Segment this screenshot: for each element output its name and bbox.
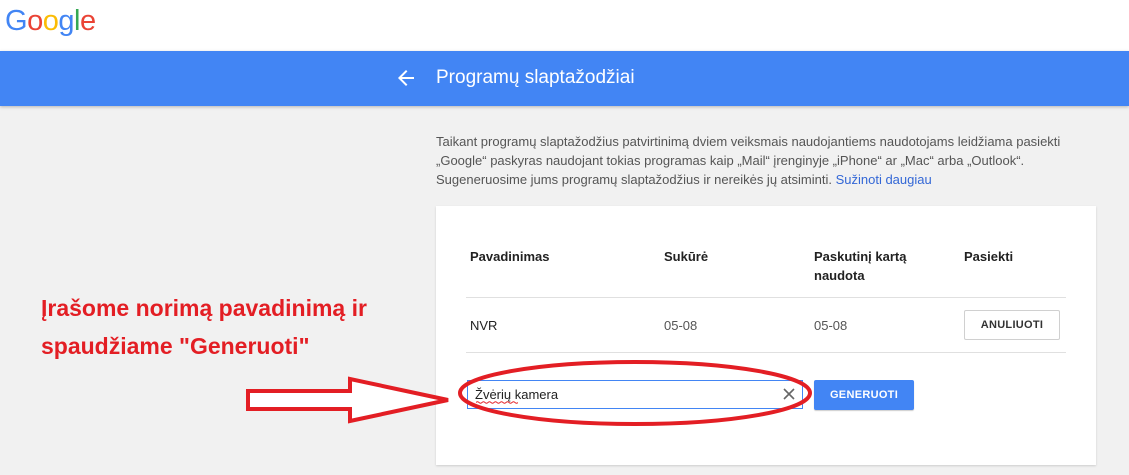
annotation-text: Įrašome norimą pavadinimą ir spaudžiame … (41, 295, 367, 359)
close-icon[interactable] (782, 387, 796, 401)
google-logo[interactable]: Google (5, 2, 96, 40)
app-name-field (467, 380, 803, 409)
logo-letter: o (27, 5, 43, 37)
arrow-back-icon[interactable] (394, 66, 418, 90)
app-passwords-card: Pavadinimas Sukūrė Paskutinį kartą naudo… (436, 206, 1096, 465)
table-divider (466, 297, 1066, 298)
column-header-name: Pavadinimas (470, 249, 550, 264)
annotation-arrow-icon (246, 376, 449, 424)
page-title: Programų slaptažodžiai (436, 67, 635, 88)
app-name-input[interactable] (475, 381, 765, 408)
learn-more-link[interactable]: Sužinoti daugiau (836, 172, 932, 187)
page-header: Programų slaptažodžiai (0, 51, 1129, 106)
column-header-last-used: Paskutinį kartą naudota (814, 249, 907, 283)
row-created: 05-08 (664, 318, 698, 333)
column-header-created: Sukūrė (664, 249, 709, 264)
table-divider (466, 352, 1066, 353)
logo-letter: g (58, 5, 74, 37)
intro-text: Taikant programų slaptažodžius patvirtin… (436, 132, 1076, 189)
row-last-used: 05-08 (814, 318, 848, 333)
top-bar: Google (0, 0, 1129, 51)
logo-letter: o (42, 5, 59, 37)
intro-description: Taikant programų slaptažodžius patvirtin… (436, 134, 1061, 187)
logo-letter: e (79, 5, 96, 37)
generate-button[interactable]: GENERUOTI (814, 380, 914, 410)
column-header-access: Pasiekti (964, 249, 1014, 264)
logo-letter: G (5, 5, 28, 37)
spellcheck-underline (476, 401, 518, 404)
revoke-button[interactable]: ANULIUOTI (964, 310, 1060, 340)
row-name: NVR (470, 318, 498, 333)
